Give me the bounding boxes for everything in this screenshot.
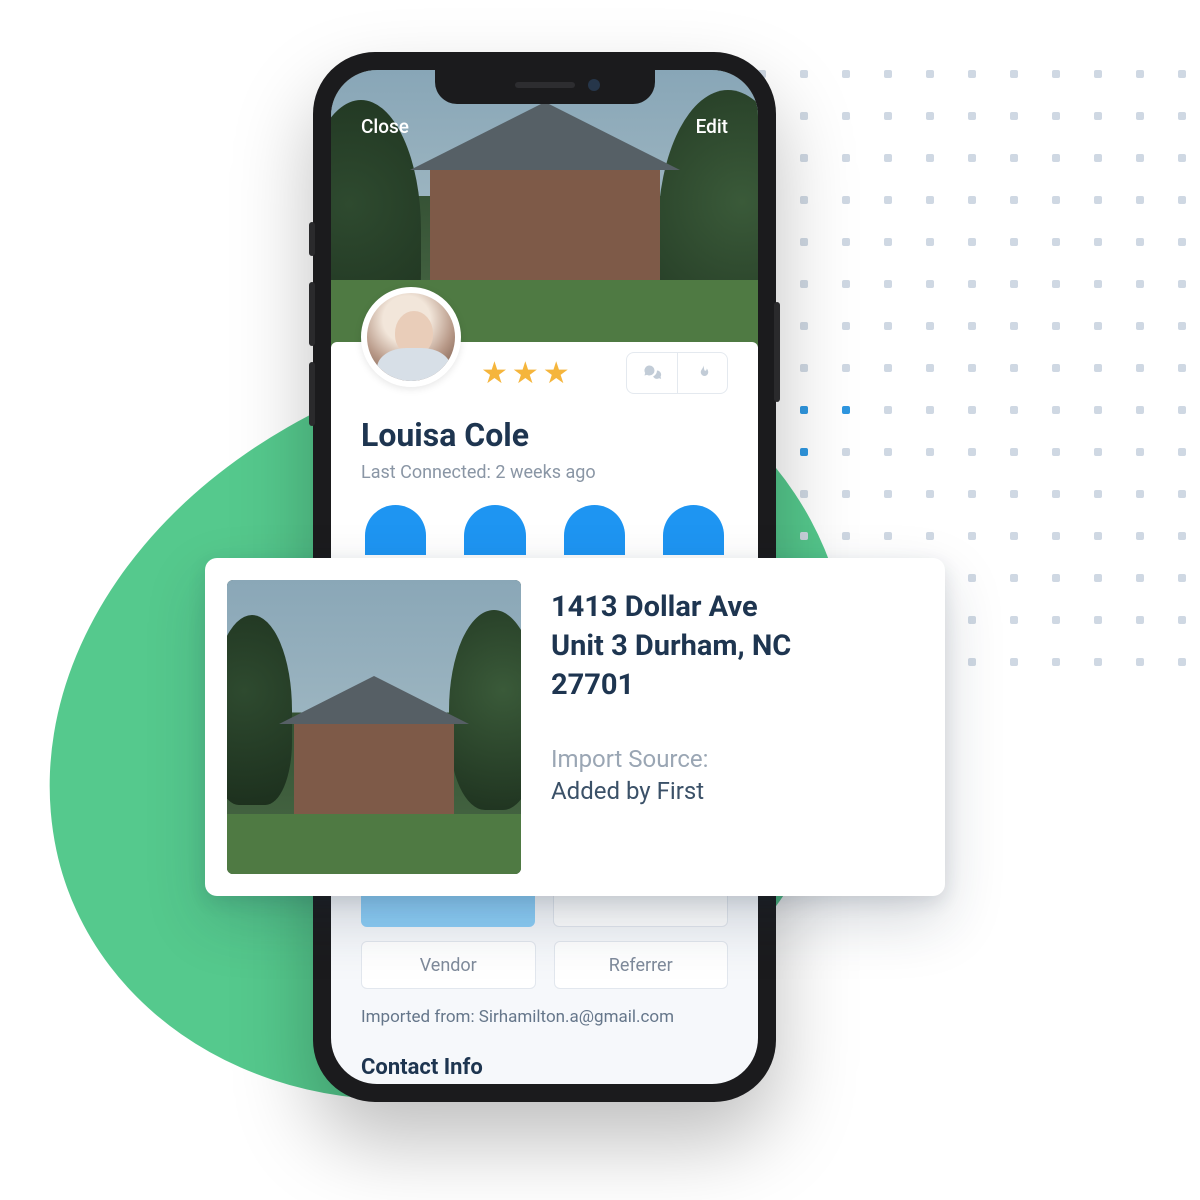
import-source-label: Import Source:: [551, 745, 791, 773]
flame-icon[interactable]: [677, 353, 727, 393]
action-circle-row: [361, 505, 728, 555]
property-thumbnail: [227, 580, 521, 874]
action-circle[interactable]: [564, 505, 625, 555]
last-connected-label: Last Connected: 2 weeks ago: [361, 462, 728, 483]
address-card: 1413 Dollar Ave Unit 3 Durham, NC 27701 …: [205, 558, 945, 896]
address-line-1: 1413 Dollar Ave: [551, 590, 758, 624]
close-button[interactable]: Close: [361, 115, 409, 138]
contact-info-section-title: Contact Info: [331, 1027, 758, 1080]
action-circle[interactable]: [663, 505, 724, 555]
action-circle[interactable]: [464, 505, 525, 555]
referrer-tag-button[interactable]: Referrer: [554, 941, 729, 989]
address-line-2: Unit 3 Durham, NC: [551, 629, 791, 663]
action-circle[interactable]: [365, 505, 426, 555]
imported-from-label: Imported from: Sirhamilton.a@gmail.com: [331, 989, 758, 1027]
property-address: 1413 Dollar Ave Unit 3 Durham, NC 27701: [551, 588, 791, 705]
profile-card: ★★★ Louisa Cole Last Connected: 2 weeks …: [331, 342, 758, 571]
quick-actions-group: [626, 352, 728, 394]
phone-side-button: [309, 362, 315, 426]
address-line-3: 27701: [551, 668, 634, 702]
phone-side-button: [774, 302, 780, 402]
chat-icon[interactable]: [627, 353, 677, 393]
import-source-value: Added by First: [551, 777, 791, 805]
phone-side-button: [309, 282, 315, 346]
star-rating[interactable]: ★★★: [481, 356, 574, 391]
contact-name: Louisa Cole: [361, 416, 728, 454]
avatar[interactable]: [361, 287, 461, 387]
tag-button-row: Vendor Referrer: [331, 941, 758, 989]
edit-button[interactable]: Edit: [696, 115, 728, 138]
phone-notch: [435, 70, 655, 104]
phone-side-button: [309, 222, 315, 256]
vendor-tag-button[interactable]: Vendor: [361, 941, 536, 989]
